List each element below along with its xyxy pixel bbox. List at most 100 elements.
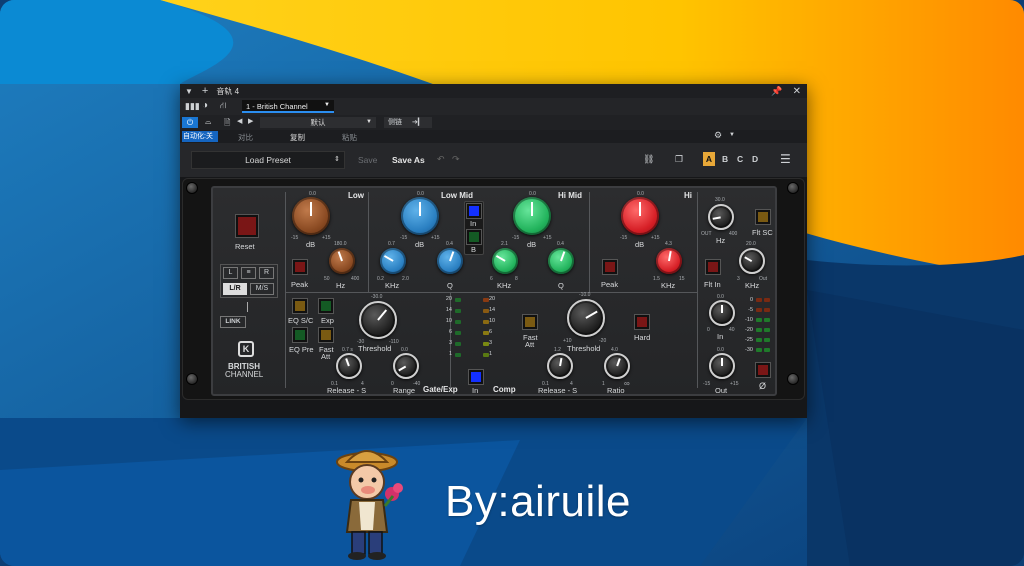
hpf-knob[interactable] [708,204,734,230]
hi-peak-button[interactable] [603,260,617,274]
slot-d-button[interactable]: D [752,154,758,164]
close-icon[interactable]: ✕ [793,86,801,97]
ratio-knob[interactable] [604,353,630,379]
copy-slot-icon[interactable]: ❐ [675,154,683,165]
route-ms-button[interactable]: M/S [250,283,274,295]
gate-fast-att-button[interactable] [319,328,333,342]
link-button[interactable]: LINK [220,316,246,328]
low-peak-button[interactable] [293,260,307,274]
slot-c-button[interactable]: C [737,154,743,164]
lm-gain-knob[interactable] [401,197,439,235]
gate-release-knob[interactable] [336,353,362,379]
prev-preset-icon[interactable]: ◀ [237,117,242,125]
link-icon[interactable]: ⛓ [643,154,654,165]
record-icon[interactable]: ◑ [202,100,208,111]
route-lr-button[interactable]: L/R [223,283,247,295]
gate-thr-value: -30.0 [371,294,383,300]
compare-button[interactable]: 对比 [238,132,253,143]
hpf-min: OUT [701,231,712,237]
hpf-value: 30.0 [715,197,725,203]
mid-b-button[interactable] [467,230,481,244]
track-title: 音轨 4 [216,86,240,96]
meter-led [483,353,489,357]
lpf-value: 20.0 [746,241,756,247]
plugin-name: 1 - British Channel [246,102,308,111]
load-preset-dropdown[interactable]: Load Preset ⇕ [191,151,345,169]
comp-thr-value: -10.0 [579,292,591,298]
input-gain-knob[interactable] [709,300,735,326]
settings-gear-icon[interactable]: ⚙ [714,130,722,141]
hm-freq-knob[interactable] [492,248,518,274]
comp-release-knob[interactable] [547,353,573,379]
hm-gain-max: +15 [543,235,552,241]
flt-sc-button[interactable] [756,210,770,224]
menu-arrow-icon[interactable]: ▼ [185,87,193,96]
meter-led [455,298,461,302]
route-l-button[interactable]: L [223,267,238,279]
preset-dropdown[interactable]: 默认 ▼ [260,117,376,128]
chevron-down-icon[interactable]: ▼ [729,132,735,138]
hi-freq-max: 15 [679,276,685,282]
automation-toggle[interactable]: 自动化:关 [182,131,218,142]
undo-icon[interactable]: ↶ [437,154,445,165]
hard-knee-button[interactable] [635,315,649,329]
low-db-label: dB [306,240,316,249]
output-gain-knob[interactable] [709,353,735,379]
gate-section-title: Gate/Exp [423,385,458,394]
eq-sc-button[interactable] [293,299,307,313]
hm-q-knob[interactable] [548,248,574,274]
rack-plate: Reset L ≡ R L/R M/S LINK K BRITISH CHANN… [182,178,805,400]
gate-threshold-knob[interactable] [359,301,397,339]
slot-b-button[interactable]: B [722,154,728,164]
phase-invert-button[interactable] [756,363,770,377]
bars-icon[interactable]: ▮▮▮ [185,101,200,112]
hamburger-menu-icon[interactable]: ☰ [780,152,791,166]
file-icon[interactable]: 🗎 [224,117,230,131]
copy-button[interactable]: 复制 [290,132,305,143]
hm-q-value: 0.4 [557,241,564,247]
routing-icon[interactable]: ⛙ [220,100,226,112]
exp-button[interactable] [319,299,333,313]
comp-threshold-knob[interactable] [567,299,605,337]
save-as-button[interactable]: Save As [392,155,425,165]
plugin-selector[interactable]: 1 - British Channel ▼ [242,100,334,113]
route-r-button[interactable]: R [259,267,274,279]
hi-gain-knob[interactable] [621,197,659,235]
low-gain-knob[interactable] [292,197,330,235]
lm-q-knob[interactable] [437,248,463,274]
meter-led [483,298,489,302]
low-freq-knob[interactable] [329,248,355,274]
lpf-knob[interactable] [739,248,765,274]
meter-led [483,331,489,335]
sidechain-button[interactable]: 侧链 ➔▎ [384,117,432,128]
lm-freq-knob[interactable] [380,248,406,274]
next-preset-icon[interactable]: ▶ [248,117,253,125]
pin-icon[interactable]: 📌 [771,86,782,97]
hi-freq-knob[interactable] [656,248,682,274]
hm-gain-min: -15 [512,235,520,241]
paste-button[interactable]: 粘贴 [342,132,357,143]
reset-button[interactable] [236,215,258,237]
slot-a-button[interactable]: A [703,152,715,166]
add-icon[interactable]: + [202,85,208,97]
save-button[interactable]: Save [358,155,377,165]
gate-range-knob[interactable] [393,353,419,379]
gauge-icon[interactable]: ⌓ [205,117,211,127]
exp-label: Exp [321,316,334,325]
hm-gain-knob[interactable] [513,197,551,235]
chevron-down-icon: ▼ [366,119,372,125]
hi-gain-min: -15 [620,235,628,241]
brand-logo-icon: K [238,341,254,357]
flt-in-button[interactable] [706,260,720,274]
lpf-min: 3 [737,276,740,282]
redo-icon[interactable]: ↷ [452,154,460,165]
mid-eq-in-button[interactable] [467,204,481,218]
channel-strip-panel: Reset L ≡ R L/R M/S LINK K BRITISH CHANN… [211,186,777,396]
dynamics-in-button[interactable] [469,370,483,384]
power-button[interactable]: ⏻ [182,117,198,128]
in-max: 40 [729,327,735,333]
eq-pre-button[interactable] [293,328,307,342]
comp-fast-att-button[interactable] [523,315,537,329]
lm-freq-min: 0.2 [377,276,384,282]
route-stereo-button[interactable]: ≡ [241,267,256,279]
